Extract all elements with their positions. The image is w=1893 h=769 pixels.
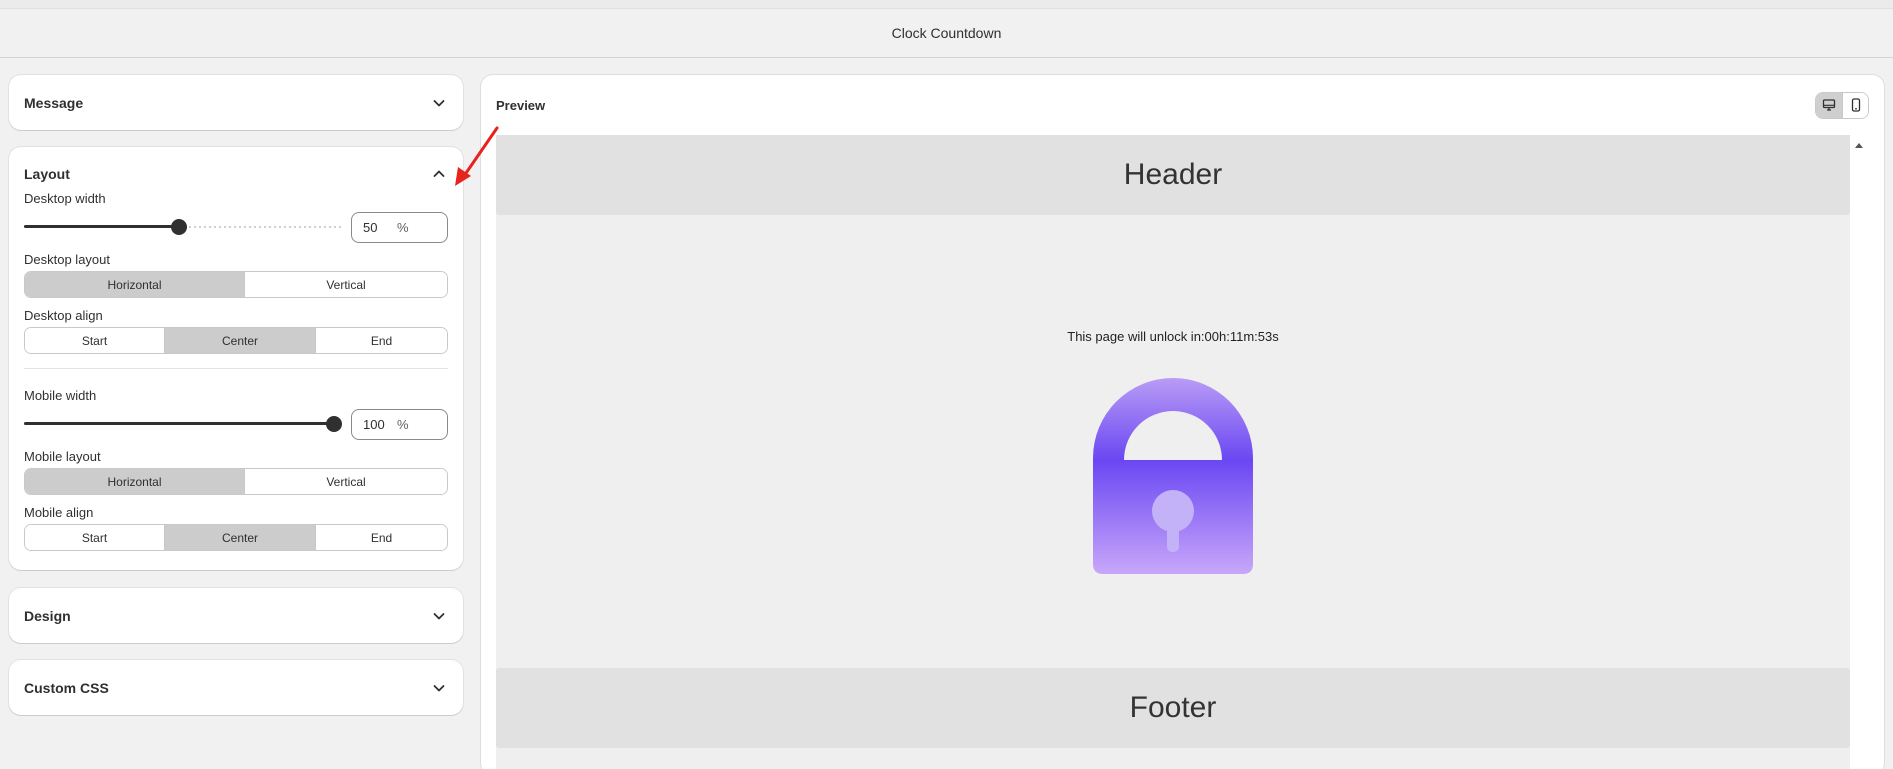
custom-css-section-header[interactable]: Custom CSS bbox=[9, 660, 463, 715]
scroll-up-arrow-icon[interactable] bbox=[1853, 137, 1865, 148]
design-section: Design bbox=[9, 588, 463, 643]
chevron-up-icon[interactable] bbox=[431, 166, 447, 182]
desktop-layout-vertical-button[interactable]: Vertical bbox=[245, 272, 447, 297]
layout-section-title: Layout bbox=[24, 165, 70, 182]
desktop-icon[interactable] bbox=[1816, 92, 1842, 118]
slider-thumb[interactable] bbox=[171, 219, 187, 235]
desktop-layout-horizontal-button[interactable]: Horizontal bbox=[25, 272, 245, 297]
section-divider bbox=[24, 368, 448, 369]
mobile-layout-horizontal-button[interactable]: Horizontal bbox=[25, 469, 245, 494]
custom-css-section-title: Custom CSS bbox=[24, 679, 109, 696]
design-section-header[interactable]: Design bbox=[9, 588, 463, 643]
chevron-down-icon[interactable] bbox=[431, 680, 447, 696]
desktop-layout-segmented: Horizontal Vertical bbox=[24, 271, 448, 298]
device-toggle bbox=[1815, 91, 1869, 119]
message-section-header[interactable]: Message bbox=[9, 75, 463, 130]
mobile-align-center-button[interactable]: Center bbox=[165, 525, 316, 550]
desktop-layout-label: Desktop layout bbox=[24, 252, 110, 267]
mobile-width-unit: % bbox=[397, 416, 409, 432]
lock-icon bbox=[1093, 378, 1253, 574]
preview-header: Header bbox=[496, 135, 1850, 215]
preview-panel: Preview Header This page will unlock in:… bbox=[481, 75, 1884, 769]
desktop-align-segmented: Start Center End bbox=[24, 327, 448, 354]
desktop-width-unit: % bbox=[397, 219, 409, 235]
desktop-align-center-button[interactable]: Center bbox=[165, 328, 316, 353]
desktop-width-slider[interactable] bbox=[24, 219, 342, 235]
message-section-title: Message bbox=[24, 94, 84, 111]
custom-css-section: Custom CSS bbox=[9, 660, 463, 715]
mobile-width-slider[interactable] bbox=[24, 416, 342, 432]
message-section: Message bbox=[9, 75, 463, 130]
mobile-width-label: Mobile width bbox=[24, 388, 97, 403]
mobile-align-end-button[interactable]: End bbox=[316, 525, 447, 550]
preview-frame: Header This page will unlock in:00h:11m:… bbox=[496, 135, 1850, 769]
mobile-width-input[interactable]: 100 % bbox=[351, 408, 448, 440]
mobile-layout-segmented: Horizontal Vertical bbox=[24, 468, 448, 495]
preview-title: Preview bbox=[496, 97, 546, 113]
chevron-down-icon[interactable] bbox=[431, 95, 447, 111]
mobile-align-label: Mobile align bbox=[24, 505, 94, 520]
layout-section: Layout Desktop width 50 % Desktop layout… bbox=[9, 147, 463, 570]
desktop-width-label: Desktop width bbox=[24, 191, 106, 206]
countdown-message: This page will unlock in:00h:11m:53s bbox=[1067, 329, 1279, 344]
desktop-align-start-button[interactable]: Start bbox=[25, 328, 165, 353]
slider-thumb[interactable] bbox=[326, 416, 342, 432]
desktop-width-input[interactable]: 50 % bbox=[351, 211, 448, 243]
chevron-down-icon[interactable] bbox=[431, 608, 447, 624]
top-strip bbox=[0, 0, 1893, 9]
mobile-icon[interactable] bbox=[1842, 92, 1868, 118]
mobile-layout-label: Mobile layout bbox=[24, 449, 101, 464]
preview-footer: Footer bbox=[496, 668, 1850, 748]
app-title-bar: Clock Countdown bbox=[0, 9, 1893, 58]
mobile-width-value: 100 bbox=[363, 416, 385, 432]
desktop-align-end-button[interactable]: End bbox=[316, 328, 447, 353]
mobile-layout-vertical-button[interactable]: Vertical bbox=[245, 469, 447, 494]
mobile-align-segmented: Start Center End bbox=[24, 524, 448, 551]
desktop-align-label: Desktop align bbox=[24, 308, 103, 323]
app-title: Clock Countdown bbox=[891, 25, 1002, 41]
desktop-width-value: 50 bbox=[363, 219, 378, 235]
mobile-align-start-button[interactable]: Start bbox=[25, 525, 165, 550]
design-section-title: Design bbox=[24, 607, 71, 624]
